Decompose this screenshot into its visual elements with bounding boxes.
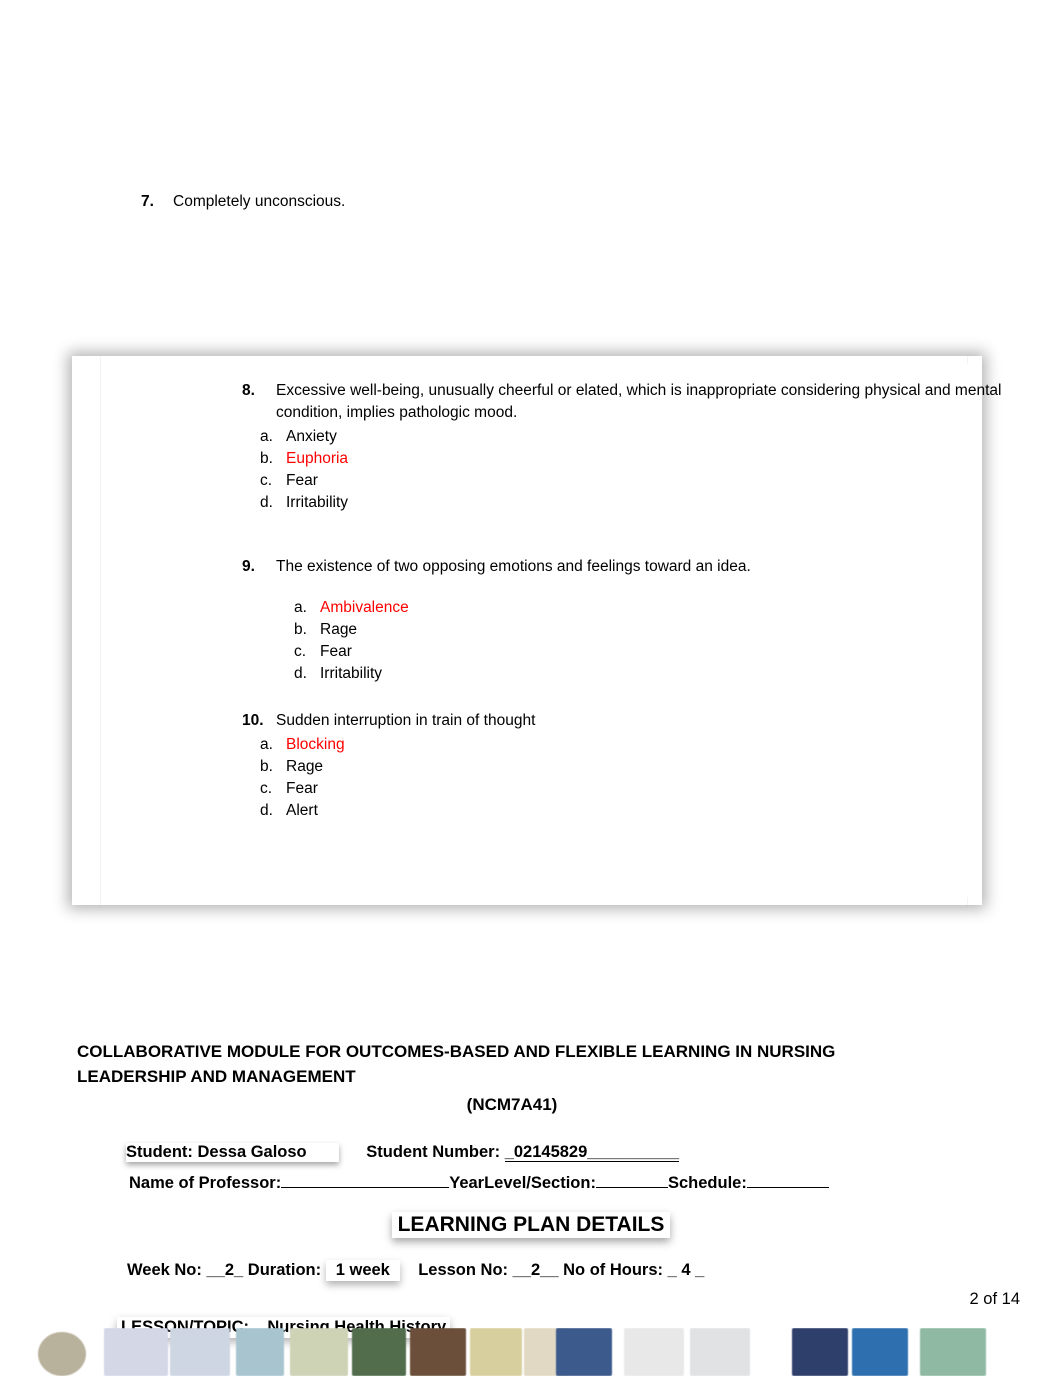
option-item: b. Rage	[260, 756, 1032, 778]
learning-plan-heading: LEARNING PLAN DETAILS	[0, 1212, 1062, 1238]
option-label: a.	[260, 428, 273, 445]
professor-field[interactable]	[281, 1170, 450, 1188]
option-label: b.	[260, 758, 273, 775]
option-label: c.	[260, 780, 273, 797]
thumb-1[interactable]	[38, 1332, 86, 1376]
student-info-row: Student: Dessa Galoso Student Number: _0…	[126, 1143, 986, 1162]
page-indicator: 2 of 14	[969, 1290, 1020, 1308]
option-item: c. Fear	[294, 641, 1032, 663]
option-item: c. Fear	[260, 470, 1032, 492]
option-item: d. Irritability	[260, 492, 1032, 514]
student-number-label: Student Number:	[366, 1143, 501, 1161]
question-8-number: 8.	[242, 382, 255, 399]
option-label: b.	[260, 450, 273, 467]
student-label: Student:	[126, 1143, 193, 1161]
option-item: a. Anxiety	[260, 426, 1032, 448]
question-9: 9. The existence of two opposing emotion…	[242, 556, 1032, 685]
option-label: c.	[294, 643, 307, 660]
schedule-label: Schedule:	[667, 1174, 747, 1192]
question-10-text: Sudden interruption in train of thought	[276, 712, 536, 729]
professor-info-row: Name of Professor: YearLevel/Section: Sche…	[129, 1170, 1009, 1193]
student-name-field[interactable]: Student: Dessa Galoso	[126, 1143, 339, 1162]
option-item: a. Blocking	[260, 734, 1032, 756]
option-text-answer: Ambivalence	[320, 599, 409, 616]
thumb-2[interactable]	[104, 1328, 168, 1376]
question-10-number: 10.	[242, 712, 264, 729]
lesson-value[interactable]: __2__	[513, 1261, 559, 1279]
week-value[interactable]: __2_	[206, 1261, 243, 1279]
thumb-12[interactable]	[690, 1328, 750, 1376]
option-item: d. Irritability	[294, 663, 1032, 685]
question-7-number: 7.	[141, 193, 154, 210]
option-text-answer: Euphoria	[286, 450, 349, 467]
learning-plan-heading-text: LEARNING PLAN DETAILS	[391, 1212, 671, 1238]
question-8-options: a. Anxiety b. Euphoria c. Fear d. Irrita…	[242, 426, 1032, 514]
option-text: Alert	[286, 802, 318, 819]
question-10: 10. Sudden interruption in train of thou…	[242, 710, 1032, 822]
embedded-document-box: 8. Excessive well-being, unusually cheer…	[72, 356, 1001, 905]
document-page: 7. Completely unconscious. 8. Excessive w…	[0, 0, 1062, 1376]
hours-value[interactable]: _ 4 _	[668, 1261, 705, 1279]
year-section-field[interactable]	[595, 1170, 668, 1188]
option-text: Anxiety	[286, 428, 337, 445]
option-item: d. Alert	[260, 800, 1032, 822]
option-text-answer: Blocking	[286, 736, 345, 753]
option-item: b. Euphoria	[260, 448, 1032, 470]
question-9-options: a. Ambivalence b. Rage c. Fear d. Irrita…	[242, 597, 1032, 685]
week-label: Week No:	[127, 1261, 202, 1279]
option-label: d.	[294, 665, 307, 682]
year-section-label: YearLevel/Section:	[449, 1174, 596, 1192]
thumb-13[interactable]	[792, 1328, 848, 1376]
option-item: b. Rage	[294, 619, 1032, 641]
thumb-14[interactable]	[852, 1328, 908, 1376]
thumb-5[interactable]	[290, 1328, 348, 1376]
option-item: a. Ambivalence	[294, 597, 1032, 619]
hours-label: No of Hours:	[563, 1261, 664, 1279]
duration-label: Duration:	[247, 1261, 322, 1279]
embedded-document-content: 8. Excessive well-being, unusually cheer…	[102, 364, 1001, 897]
question-9-text: The existence of two opposing emotions a…	[276, 558, 751, 575]
thumb-4[interactable]	[236, 1328, 284, 1376]
box-left-band	[72, 356, 101, 905]
question-7-text: Completely unconscious.	[173, 193, 346, 210]
lesson-label: Lesson No:	[418, 1261, 509, 1279]
bottom-thumbnail-strip	[0, 1328, 1062, 1376]
option-item: c. Fear	[260, 778, 1032, 800]
thumb-11[interactable]	[624, 1328, 684, 1376]
week-info-row: Week No: __2_ Duration: 1 week Lesson No…	[127, 1260, 1027, 1281]
professor-label: Name of Professor:	[129, 1174, 282, 1192]
option-text: Irritability	[286, 494, 349, 511]
option-text: Fear	[286, 780, 318, 797]
option-label: a.	[294, 599, 307, 616]
duration-value[interactable]: 1 week	[325, 1260, 400, 1281]
option-text: Irritability	[320, 665, 383, 682]
option-label: d.	[260, 494, 273, 511]
thumb-10[interactable]	[556, 1328, 612, 1376]
question-7: 7. Completely unconscious.	[141, 192, 841, 213]
thumb-7[interactable]	[410, 1328, 466, 1376]
option-text: Rage	[320, 621, 358, 638]
option-label: c.	[260, 472, 273, 489]
question-8: 8. Excessive well-being, unusually cheer…	[242, 380, 1032, 514]
module-code: (NCM7A41)	[466, 1095, 558, 1114]
module-title: COLLABORATIVE MODULE FOR OUTCOMES-BASED …	[77, 1042, 836, 1086]
question-10-options: a. Blocking b. Rage c. Fear d. Alert	[242, 734, 1032, 822]
option-text: Fear	[320, 643, 352, 660]
option-text: Rage	[286, 758, 324, 775]
question-9-number: 9.	[242, 558, 255, 575]
student-name-value: Dessa Galoso	[197, 1143, 307, 1161]
option-label: b.	[294, 621, 307, 638]
schedule-field[interactable]	[746, 1170, 829, 1188]
thumb-8[interactable]	[470, 1328, 522, 1376]
thumb-6[interactable]	[352, 1328, 406, 1376]
option-label: d.	[260, 802, 273, 819]
thumb-3[interactable]	[170, 1328, 230, 1376]
student-number-value[interactable]: _02145829__________	[504, 1143, 680, 1162]
thumb-15[interactable]	[920, 1328, 986, 1376]
question-8-text: Excessive well-being, unusually cheerful…	[276, 382, 1002, 421]
option-text: Fear	[286, 472, 318, 489]
option-label: a.	[260, 736, 273, 753]
